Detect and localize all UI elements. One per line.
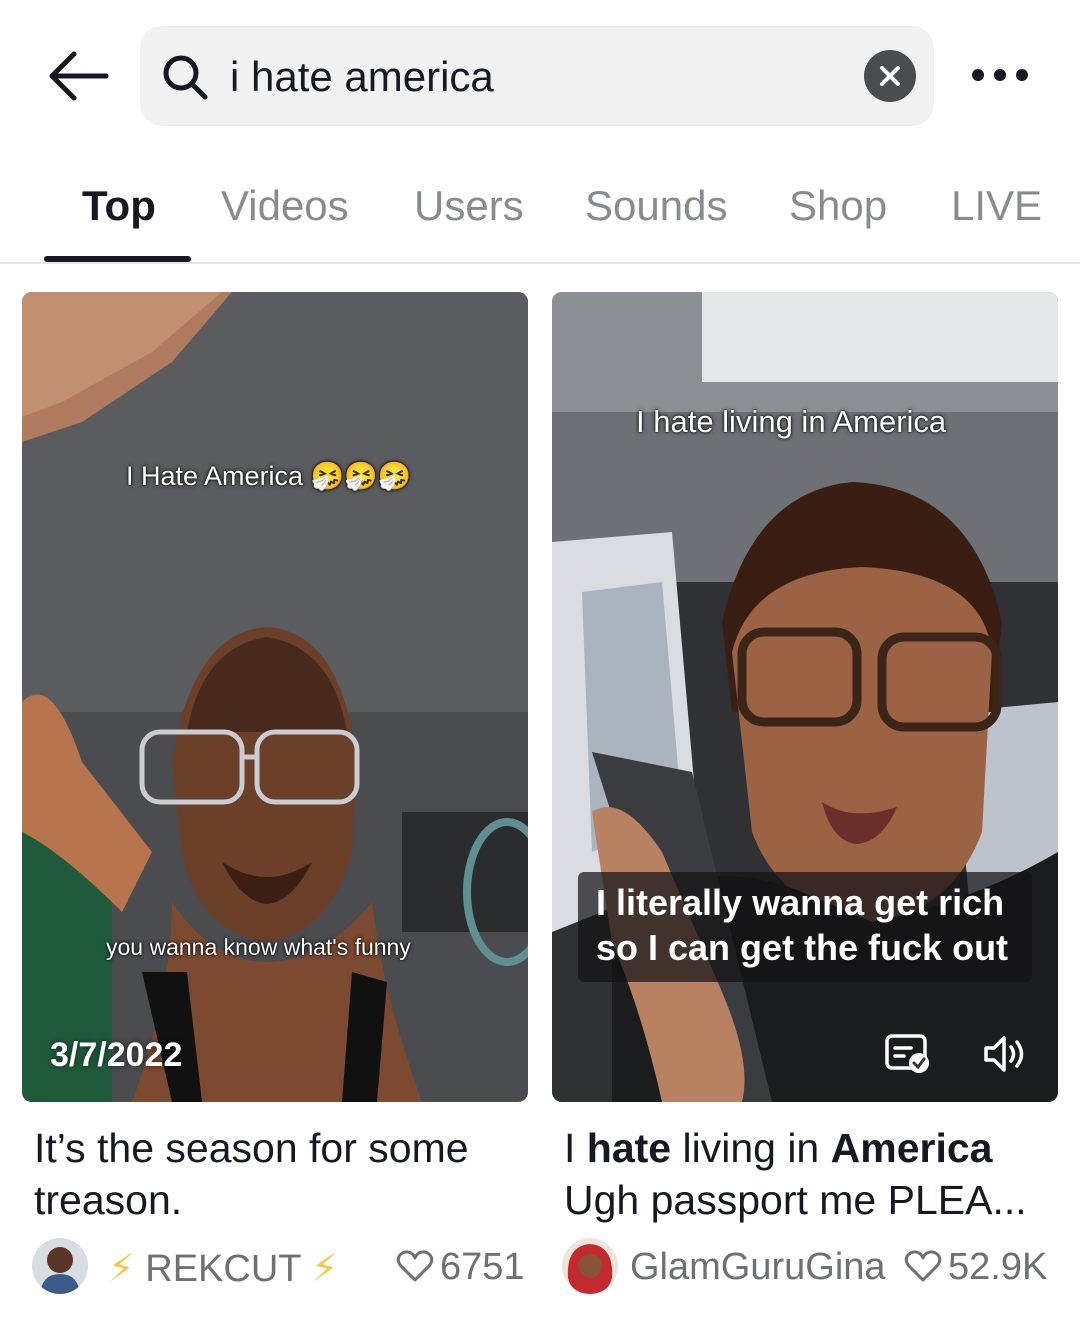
video-frame-image xyxy=(22,292,528,1102)
caption-line: I literally wanna get rich xyxy=(596,882,1005,923)
avatar[interactable] xyxy=(32,1238,88,1294)
like-count: 52.9K xyxy=(948,1246,1048,1288)
tab-sounds[interactable]: Sounds xyxy=(585,182,727,230)
author-name[interactable]: ⚡ REKCUT ⚡ xyxy=(108,1246,338,1291)
like-count: 6751 xyxy=(440,1246,525,1288)
video-overlay-text: I Hate America 🤧🤧🤧 xyxy=(126,461,412,491)
more-options-button[interactable] xyxy=(966,58,1036,92)
title-highlight: hate xyxy=(586,1125,672,1171)
video-caption-box: I literally wanna get rich so I can get … xyxy=(578,872,1032,982)
bolt-icon: ⚡ xyxy=(311,1248,339,1290)
video-overlay-text: I hate living in America xyxy=(636,404,947,439)
avatar-image xyxy=(562,1238,618,1294)
video-meta: GlamGuruGina 52.9K xyxy=(552,1238,1058,1294)
video-title[interactable]: It’s the season for some treason. xyxy=(34,1122,524,1226)
heart-outline-icon xyxy=(904,1250,942,1282)
author-name-text: REKCUT xyxy=(145,1248,301,1290)
title-segment: I xyxy=(564,1125,587,1171)
video-date: 3/7/2022 xyxy=(50,1036,183,1074)
video-meta: ⚡ REKCUT ⚡ 6751 xyxy=(22,1238,528,1294)
more-dots-icon xyxy=(972,69,1028,81)
result-card: I hate living in America I literally wan… xyxy=(552,292,1058,1294)
search-bar[interactable]: i hate america xyxy=(140,26,934,126)
tab-videos[interactable]: Videos xyxy=(221,182,349,230)
author-name[interactable]: GlamGuruGina xyxy=(630,1246,886,1289)
bolt-icon: ⚡ xyxy=(108,1248,135,1290)
tab-shop[interactable]: Shop xyxy=(789,182,887,230)
tab-live[interactable]: LIVE xyxy=(951,182,1042,230)
avatar-image xyxy=(32,1238,88,1294)
video-thumbnail[interactable]: I Hate America 🤧🤧🤧 you wanna know what's… xyxy=(22,292,528,1102)
video-subtitle-text: you wanna know what's funny xyxy=(106,934,411,960)
arrow-left-icon xyxy=(49,51,109,101)
captions-icon[interactable] xyxy=(884,1032,932,1076)
heart-outline-icon xyxy=(396,1250,434,1282)
video-thumbnail[interactable]: I hate living in America I literally wan… xyxy=(552,292,1058,1102)
clear-search-button[interactable] xyxy=(864,50,916,102)
title-highlight: America xyxy=(830,1125,993,1171)
video-title-line: I hate living in America xyxy=(564,1122,1054,1174)
title-segment: living in xyxy=(671,1125,831,1171)
result-card: I Hate America 🤧🤧🤧 you wanna know what's… xyxy=(22,292,528,1294)
video-title-line: Ugh passport me PLEA... xyxy=(564,1177,1027,1223)
back-button[interactable] xyxy=(44,48,110,104)
close-icon xyxy=(880,66,900,86)
speaker-icon[interactable] xyxy=(982,1032,1030,1076)
search-icon xyxy=(163,55,208,100)
search-results-page: i hate america Top Videos Users Sounds S… xyxy=(0,0,1080,1344)
caption-line: so I can get the fuck out xyxy=(596,927,1009,968)
tab-top[interactable]: Top xyxy=(82,182,156,230)
search-tabs: Top Videos Users Sounds Shop LIVE xyxy=(0,160,1080,264)
active-tab-indicator xyxy=(44,256,191,262)
search-input[interactable]: i hate america xyxy=(230,52,494,102)
video-title[interactable]: I hate living in America Ugh passport me… xyxy=(564,1122,1054,1226)
avatar[interactable] xyxy=(562,1238,618,1294)
tab-users[interactable]: Users xyxy=(414,182,524,230)
